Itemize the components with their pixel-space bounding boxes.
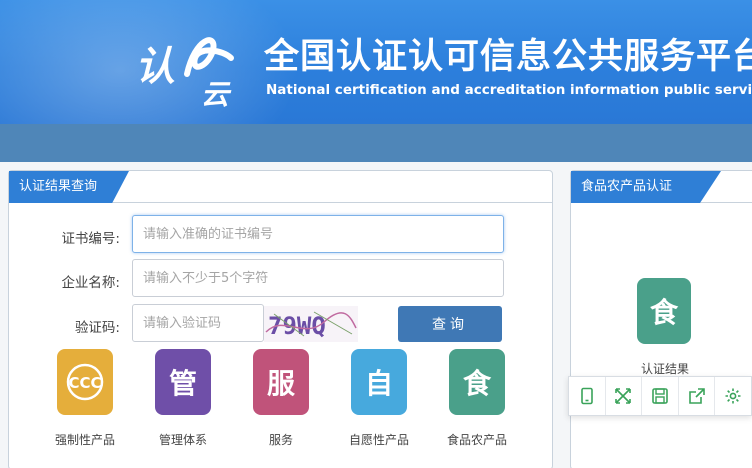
voluntary-icon: 自	[351, 349, 407, 415]
svg-text:云: 云	[201, 78, 232, 108]
save-icon[interactable]	[642, 377, 679, 415]
tab-cert-query[interactable]: 认证结果查询	[9, 171, 129, 203]
svg-text:认: 认	[135, 43, 175, 90]
site-subtitle: National certification and accreditation…	[266, 82, 752, 98]
category-label: 管理体系	[158, 433, 207, 447]
management-icon: 管	[155, 349, 211, 415]
category-compulsory-product[interactable]: CCC 强制性产品	[45, 349, 125, 448]
cert-no-label: 证书编号:	[61, 231, 120, 247]
header-banner: 认 云 全国认证认可信息公共服务平台 National certificatio…	[0, 0, 752, 124]
food-cert-result-icon[interactable]: 食	[637, 278, 691, 344]
category-service[interactable]: 服 服务	[241, 349, 321, 448]
captcha-input[interactable]	[132, 304, 264, 342]
category-food-agri-product[interactable]: 食 食品农产品	[437, 349, 517, 448]
captcha-image[interactable]: 79WQ	[264, 306, 358, 342]
site-title: 全国认证认可信息公共服务平台	[264, 37, 752, 77]
renyun-logo-icon: 认 云	[135, 37, 234, 108]
tab-food-cert[interactable]: 食品农产品认证	[571, 171, 721, 203]
fullscreen-icon[interactable]	[606, 377, 643, 415]
captcha-label: 验证码:	[74, 320, 120, 336]
category-label: 自愿性产品	[348, 433, 409, 447]
company-name-input[interactable]	[132, 259, 504, 297]
food-icon: 食	[449, 349, 505, 415]
cert-result-label: 认证结果	[640, 362, 689, 376]
category-label: 食品农产品	[446, 433, 507, 447]
svg-text:CCC: CCC	[68, 374, 101, 392]
cert-no-input[interactable]	[132, 215, 504, 253]
share-icon[interactable]	[679, 377, 716, 415]
query-button[interactable]: 查询	[398, 306, 502, 342]
service-icon: 服	[253, 349, 309, 415]
category-voluntary-product[interactable]: 自 自愿性产品	[339, 349, 419, 448]
category-management-system[interactable]: 管 管理体系	[143, 349, 223, 448]
ccc-icon: CCC	[57, 349, 113, 415]
company-label: 企业名称:	[61, 275, 120, 291]
category-label: 强制性产品	[54, 433, 115, 447]
nav-bar	[0, 124, 752, 162]
mobile-icon[interactable]	[569, 377, 606, 415]
floating-toolbar	[568, 376, 752, 416]
settings-icon[interactable]	[715, 377, 751, 415]
category-label: 服务	[268, 433, 293, 447]
